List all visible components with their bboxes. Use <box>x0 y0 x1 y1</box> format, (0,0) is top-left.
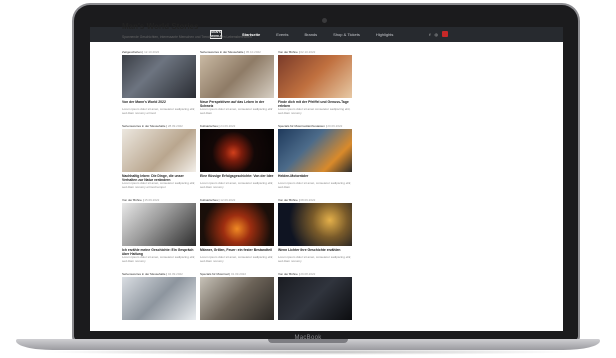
story-title[interactable]: Von der Mann's World 2022 <box>122 100 196 108</box>
story-date: 20.09.2022 <box>327 124 343 128</box>
story-date: 08.09.2022 <box>300 198 316 202</box>
story-image[interactable] <box>278 203 352 246</box>
device-stage: MAN'S WORLD Startseite Events Brands Sho… <box>0 0 616 358</box>
story-title[interactable]: Männer, Grillen, Feuer: ein fester Besta… <box>200 248 274 256</box>
story-category: Von der Bühne <box>278 198 298 202</box>
story-category: Specials für Motorrad <box>200 272 229 276</box>
story-image[interactable] <box>200 129 274 172</box>
story-card[interactable]: Kulinarisches | 24.09.2022 Eine flüssige … <box>200 124 274 194</box>
story-category: Sehenswertes in der Messehalle <box>122 272 166 276</box>
story-category: Kulinarisches <box>200 124 218 128</box>
story-title[interactable]: Ich erzähle meine Geschichte: Ein Gesprä… <box>122 248 196 256</box>
story-category: Kulinarisches <box>200 198 218 202</box>
page-header: Man's World Stories Spannende Geschichte… <box>122 22 352 39</box>
story-title[interactable]: Finde dich mit der Pfeiffel und Genuss-T… <box>278 100 352 108</box>
story-title[interactable] <box>200 322 274 330</box>
page-subtitle: Spannende Geschichten, interessante Mens… <box>122 35 252 39</box>
story-card[interactable]: Sehenswertes in der Messehalle | 05.10.2… <box>200 50 274 120</box>
story-image[interactable] <box>200 203 274 246</box>
nav-item-highlights[interactable]: Highlights <box>376 32 394 37</box>
story-date: 04.09.2022 <box>167 272 183 276</box>
story-card[interactable]: Kulinarisches | 12.09.2022 Männer, Grille… <box>200 198 274 268</box>
story-date: 12.10.2022 <box>144 50 160 54</box>
instagram-icon[interactable]: ◎ <box>435 32 439 37</box>
story-excerpt: Lorem ipsum dolor sit amet, consetetur s… <box>122 108 196 115</box>
social-links: f ◎ <box>429 31 448 37</box>
story-excerpt: Lorem ipsum dolor sit amet, consetetur s… <box>200 182 274 189</box>
story-date: 12.09.2022 <box>220 198 236 202</box>
story-image[interactable] <box>200 55 274 98</box>
story-date: 01.09.2022 <box>230 272 246 276</box>
story-card[interactable]: Specials für Motorrad | 01.09.2022 <box>200 272 274 342</box>
story-title[interactable]: Wenn Lichter ihre Geschichte erzählen <box>278 248 352 256</box>
story-category: Sehenswertes in der Messehalle <box>122 124 166 128</box>
story-excerpt: Lorem ipsum dolor sit amet, consetetur s… <box>122 256 196 263</box>
story-image[interactable] <box>200 277 274 320</box>
story-excerpt: Lorem ipsum dolor sit amet, consetetur s… <box>122 182 196 189</box>
story-title[interactable]: Neue Perspektiven auf das Leben in der S… <box>200 100 274 108</box>
story-title[interactable] <box>122 322 196 330</box>
story-category: Von der Bühne <box>122 198 142 202</box>
story-date: 24.09.2022 <box>220 124 236 128</box>
stories-grid: Zeitgeschehen | 12.10.2022 Von der Mann's… <box>122 50 352 342</box>
story-card[interactable]: Von der Bühne | 29.08.2022 <box>278 272 352 342</box>
story-date: 29.08.2022 <box>300 272 316 276</box>
story-title[interactable]: Nachhaltig leben: Die Dinge, die unser V… <box>122 174 196 182</box>
story-excerpt: Lorem ipsum dolor sit amet, consetetur s… <box>278 182 352 189</box>
story-image[interactable] <box>278 55 352 98</box>
story-date: 15.09.2022 <box>144 198 160 202</box>
story-title[interactable]: Helden-Motorräder <box>278 174 352 182</box>
story-excerpt: Lorem ipsum dolor sit amet, consetetur s… <box>278 256 352 263</box>
story-card[interactable]: Specials für Motorrad-Enthusiasten | 20.… <box>278 124 352 194</box>
story-date: 05.10.2022 <box>245 50 261 54</box>
language-flag-icon[interactable] <box>442 31 448 37</box>
story-title[interactable] <box>278 322 352 330</box>
story-image[interactable] <box>122 55 196 98</box>
story-excerpt: Lorem ipsum dolor sit amet consetetur sa… <box>278 108 351 115</box>
story-image[interactable] <box>278 129 352 172</box>
story-category: Specials für Motorrad-Enthusiasten <box>278 124 325 128</box>
story-excerpt: Lorem ipsum dolor sit amet, consetetur s… <box>200 256 274 263</box>
story-image[interactable] <box>122 277 196 320</box>
story-card[interactable]: Sehenswertes in der Messehalle | 28.09.2… <box>122 124 196 194</box>
story-image[interactable] <box>278 277 352 320</box>
story-card[interactable]: Sehenswertes in der Messehalle | 04.09.2… <box>122 272 196 342</box>
story-card[interactable]: Zeitgeschehen | 12.10.2022 Von der Mann's… <box>122 50 196 120</box>
story-excerpt: Lorem ipsum dolor sit amet, consetetur s… <box>200 108 273 115</box>
story-image[interactable] <box>122 203 196 246</box>
story-card[interactable]: Von der Bühne | 15.09.2022 Ich erzähle me… <box>122 198 196 268</box>
story-category: Von der Bühne <box>278 50 298 54</box>
device-brand: MacBook <box>294 335 322 341</box>
story-date: 02.10.2022 <box>300 50 316 54</box>
page-title: Man's World Stories <box>122 22 199 31</box>
story-category: Sehenswertes in der Messehalle <box>200 50 244 54</box>
facebook-icon[interactable]: f <box>429 32 430 37</box>
story-title[interactable]: Eine flüssige Erfolgsgeschichte: Von der… <box>200 174 274 182</box>
story-image[interactable] <box>122 129 196 172</box>
story-card[interactable]: Von der Bühne | 08.09.2022 Wenn Lichter i… <box>278 198 352 268</box>
story-category: Von der Bühne <box>278 272 298 276</box>
story-date: 28.09.2022 <box>167 124 183 128</box>
story-card[interactable]: Von der Bühne | 02.10.2022 Finde dich mit… <box>278 50 352 120</box>
story-category: Zeitgeschehen <box>122 50 142 54</box>
